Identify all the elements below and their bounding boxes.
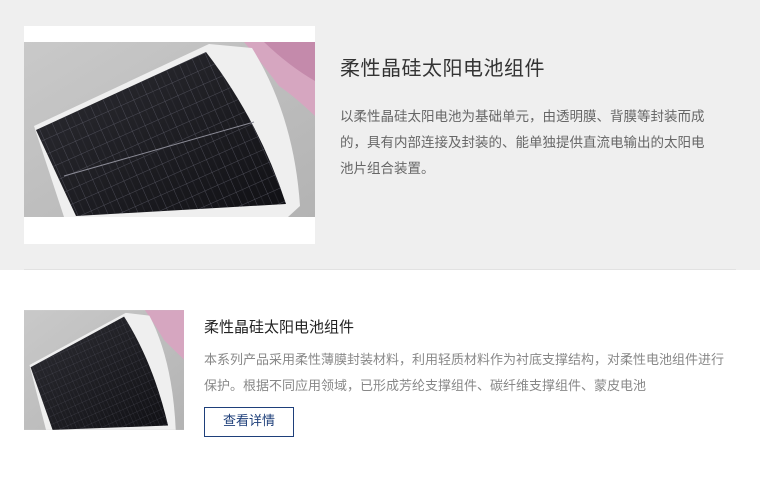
product-card-description: 本系列产品采用柔性薄膜封装材料，利用轻质材料作为衬底支撑结构，对柔性电池组件进行… [204, 353, 725, 394]
view-details-button[interactable]: 查看详情 [204, 407, 294, 437]
section-divider [24, 269, 736, 270]
product-card-image[interactable] [24, 310, 184, 430]
hero-product-image-frame [24, 26, 315, 244]
product-card-title[interactable]: 柔性晶硅太阳电池组件 [204, 316, 354, 337]
hero-description: 以柔性晶硅太阳电池为基础单元，由透明膜、背膜等封装而成的，具有内部连接及封装的、… [340, 109, 705, 177]
hero-title: 柔性晶硅太阳电池组件 [340, 56, 545, 80]
hero-section: 柔性晶硅太阳电池组件 以柔性晶硅太阳电池为基础单元，由透明膜、背膜等封装而成的，… [0, 0, 760, 270]
solar-panel-thumbnail [24, 310, 184, 430]
solar-panel-image [24, 42, 315, 217]
